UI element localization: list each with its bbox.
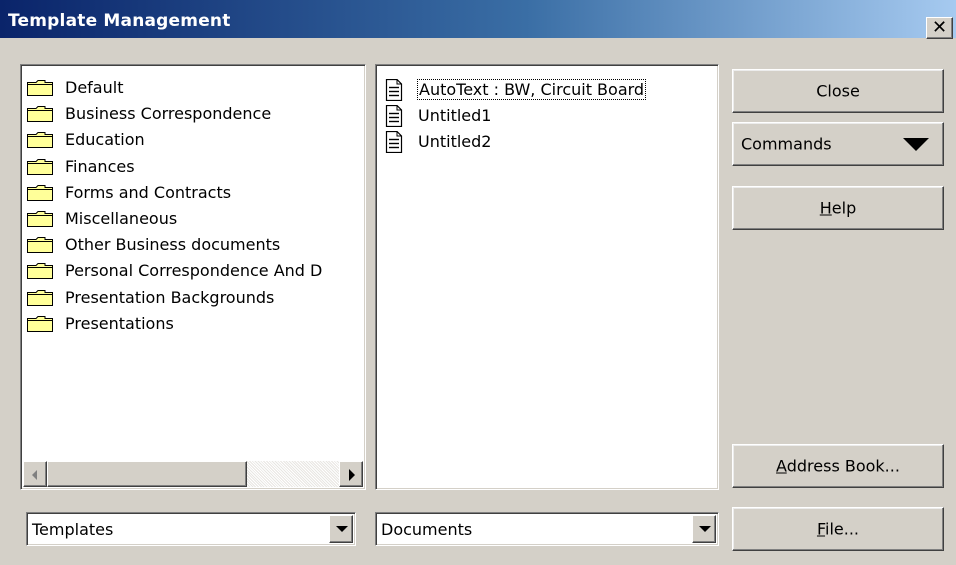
dropdown-arrow-icon: [903, 138, 929, 151]
close-window-button[interactable]: ✕: [926, 17, 953, 39]
chevron-down-icon: [336, 526, 348, 532]
folder-icon: [27, 80, 53, 96]
address-book-button[interactable]: Address Book...: [732, 444, 944, 488]
template-list[interactable]: AutoText : BW, Circuit Board Untitled1 Unt…: [375, 64, 719, 490]
category-label: Forms and Contracts: [65, 182, 232, 202]
template-type-select[interactable]: Templates: [26, 512, 356, 546]
category-list[interactable]: Default Business Correspondence Education F…: [20, 64, 366, 490]
folder-icon: [27, 106, 53, 123]
folder-icon: [27, 158, 53, 175]
category-label: Business Correspondence: [65, 104, 272, 124]
folder-icon: [27, 263, 53, 280]
template-label: AutoText : BW, Circuit Board: [416, 79, 647, 100]
title-bar: Template Management ✕: [0, 0, 956, 39]
scroll-thumb[interactable]: [47, 461, 247, 487]
template-type-dropdown-button[interactable]: [329, 515, 353, 543]
commands-button[interactable]: Commands: [732, 122, 944, 166]
folder-icon: [27, 289, 53, 306]
document-type-select[interactable]: Documents: [375, 512, 719, 546]
scroll-right-arrow-icon: [349, 469, 355, 481]
document-icon: [385, 131, 403, 153]
category-label: Personal Correspondence And D: [65, 261, 323, 281]
category-label: Default: [65, 78, 124, 97]
scroll-right-button[interactable]: [339, 461, 363, 487]
category-label: Finances: [65, 156, 135, 176]
category-label: Presentation Backgrounds: [65, 287, 275, 307]
category-label: Miscellaneous: [65, 209, 178, 228]
folder-icon: [27, 132, 53, 149]
chevron-down-icon: [699, 526, 711, 532]
category-label: Other Business documents: [65, 235, 281, 255]
category-label: Presentations: [65, 313, 174, 333]
close-icon: ✕: [931, 17, 948, 38]
close-button[interactable]: Close: [732, 69, 944, 113]
scroll-left-button[interactable]: [23, 461, 47, 487]
document-type-dropdown-button[interactable]: [692, 515, 716, 543]
scroll-left-arrow-icon: [32, 470, 37, 480]
template-label: Untitled1: [418, 106, 492, 125]
template-label: Untitled2: [418, 132, 492, 151]
file-button[interactable]: File...: [732, 507, 944, 551]
category-label: Education: [65, 130, 145, 150]
help-button[interactable]: Help: [732, 186, 944, 230]
folder-icon: [27, 211, 53, 227]
horizontal-scrollbar[interactable]: [23, 461, 363, 487]
document-icon: [385, 79, 403, 101]
folder-icon: [27, 184, 53, 201]
folder-icon: [27, 237, 53, 254]
window-title: Template Management: [8, 11, 231, 31]
folder-icon: [27, 315, 53, 332]
document-icon: [385, 105, 403, 127]
